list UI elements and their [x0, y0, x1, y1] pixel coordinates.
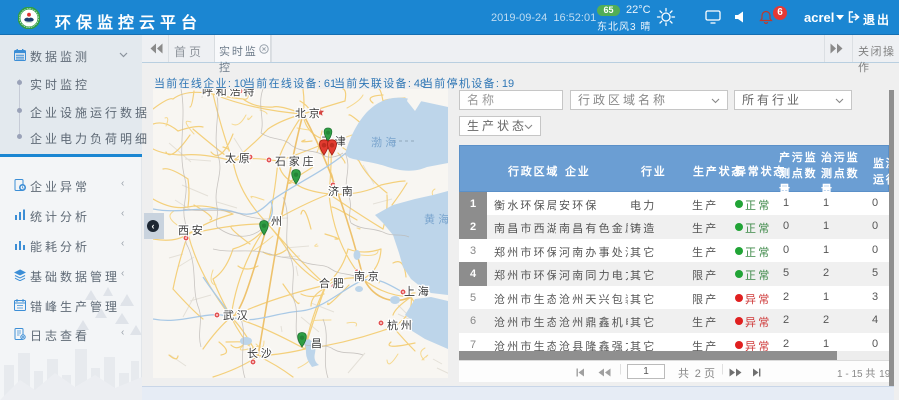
svg-text:合肥: 合肥: [319, 276, 347, 290]
svg-text:渤海: 渤海: [371, 135, 399, 149]
svg-text:武汉: 武汉: [223, 309, 251, 322]
svg-text:长沙: 长沙: [247, 347, 275, 360]
svg-text:南京: 南京: [354, 269, 382, 283]
svg-text:济南: 济南: [328, 184, 356, 198]
svg-text:黄海: 黄海: [424, 212, 448, 226]
svg-text:西安: 西安: [178, 223, 206, 237]
svg-text:北京: 北京: [295, 106, 323, 120]
svg-text:杭州: 杭州: [387, 318, 415, 332]
svg-text:太原: 太原: [225, 152, 253, 165]
svg-text:呼和浩特: 呼和浩特: [202, 89, 257, 98]
svg-text:州: 州: [271, 216, 285, 228]
svg-text:上海: 上海: [404, 284, 432, 298]
svg-text:昌: 昌: [311, 337, 325, 350]
svg-text:石家庄: 石家庄: [275, 154, 316, 168]
